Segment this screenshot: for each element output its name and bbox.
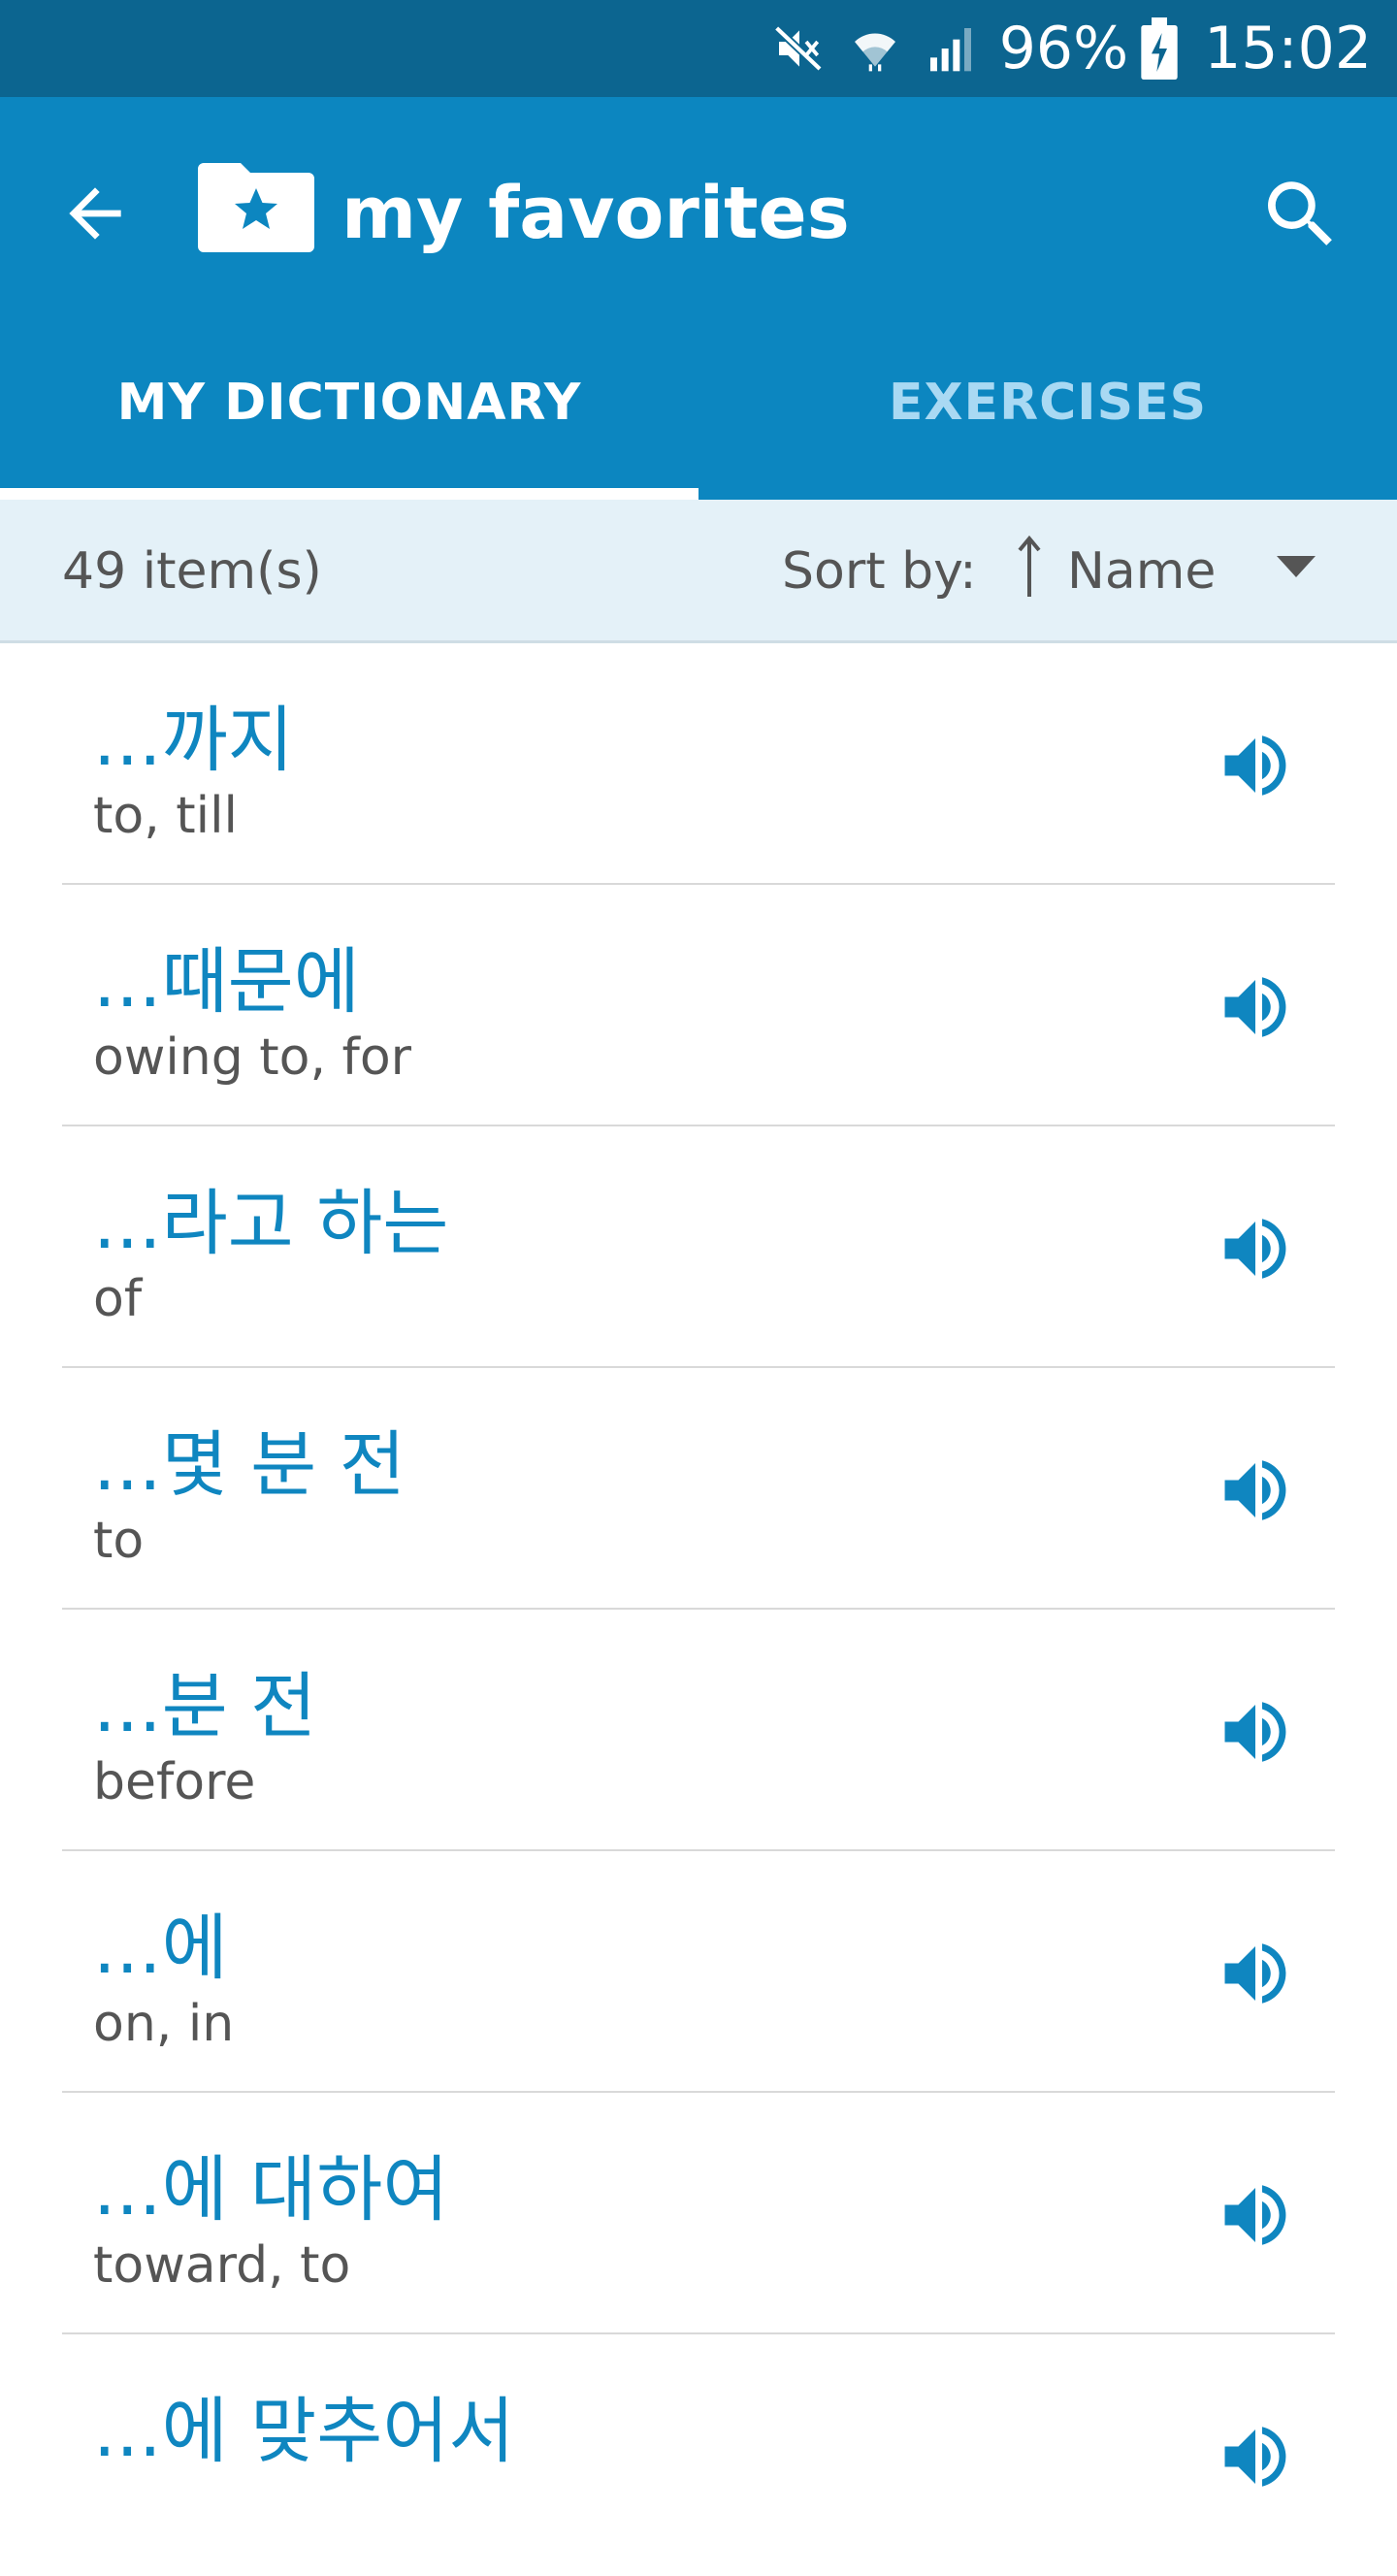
clock: 15:02	[1204, 15, 1372, 82]
tab-my-dictionary[interactable]: MY DICTIONARY	[0, 306, 698, 500]
item-term: ...까지	[93, 699, 294, 782]
list-item[interactable]: ...분 전 before	[62, 1610, 1335, 1851]
back-button[interactable]	[56, 175, 134, 252]
tab-indicator	[0, 488, 698, 500]
item-meaning: before	[93, 1753, 256, 1811]
search-button[interactable]	[1257, 171, 1345, 258]
item-term: ...분 전	[93, 1665, 317, 1748]
speaker-icon[interactable]	[1215, 966, 1296, 1048]
page-title: my favorites	[341, 172, 850, 255]
signal-icon	[929, 28, 971, 72]
battery-percentage: 96%	[998, 15, 1129, 82]
item-meaning: of	[93, 1270, 143, 1328]
list-item[interactable]: ...에 대하여 toward, to	[62, 2093, 1335, 2334]
item-term: ...라고 하는	[93, 1182, 449, 1265]
mute-icon	[773, 25, 823, 72]
sort-select-value[interactable]: Name	[1067, 542, 1216, 601]
item-meaning: to	[93, 1512, 145, 1570]
item-meaning: owing to, for	[93, 1028, 412, 1087]
wifi-icon	[854, 33, 895, 72]
item-term: ...때문에	[93, 940, 360, 1024]
speaker-icon[interactable]	[1215, 1450, 1296, 1531]
item-meaning: on, in	[93, 1995, 235, 2053]
back-arrow-icon	[69, 187, 121, 240]
status-bar: 96% 15:02	[0, 0, 1397, 97]
favorites-folder-icon	[196, 157, 316, 258]
tab-bar: MY DICTIONARY EXERCISES	[0, 306, 1397, 500]
item-term: ...에	[93, 1907, 228, 1990]
item-term: ...몇 분 전	[93, 1423, 406, 1507]
speaker-icon[interactable]	[1215, 2174, 1296, 2256]
dropdown-caret-icon[interactable]	[1275, 554, 1317, 585]
sort-bar: 49 item(s) Sort by: Name	[0, 500, 1397, 643]
list-item[interactable]: ...까지 to, till	[62, 643, 1335, 885]
item-term: ...에 맞추어서	[93, 2390, 515, 2473]
speaker-icon[interactable]	[1215, 2416, 1296, 2497]
speaker-icon[interactable]	[1215, 1208, 1296, 1289]
list-item[interactable]: ...때문에 owing to, for	[62, 885, 1335, 1126]
item-meaning: toward, to	[93, 2236, 351, 2295]
speaker-icon[interactable]	[1215, 1933, 1296, 2014]
item-count: 49 item(s)	[62, 542, 322, 601]
item-meaning: to, till	[93, 787, 238, 845]
search-icon	[1268, 181, 1332, 245]
favorites-list: ...까지 to, till ...때문에 owing to, for ...라…	[62, 643, 1335, 2576]
speaker-icon[interactable]	[1215, 725, 1296, 806]
list-item[interactable]: ...에 on, in	[62, 1851, 1335, 2093]
list-item[interactable]: ...몇 분 전 to	[62, 1368, 1335, 1610]
item-term: ...에 대하여	[93, 2148, 449, 2232]
app-bar: my favorites MY DICTIONARY EXERCISES	[0, 97, 1397, 500]
battery-charging-icon	[1141, 17, 1178, 80]
sort-ascending-icon[interactable]	[1015, 535, 1044, 606]
sort-label: Sort by:	[782, 542, 977, 601]
speaker-icon[interactable]	[1215, 1691, 1296, 1773]
list-item[interactable]: ...라고 하는 of	[62, 1126, 1335, 1368]
tab-exercises[interactable]: EXERCISES	[698, 306, 1397, 500]
status-icons: 96% 15:02	[772, 0, 1397, 97]
list-item[interactable]: ...에 맞추어서	[62, 2334, 1335, 2576]
